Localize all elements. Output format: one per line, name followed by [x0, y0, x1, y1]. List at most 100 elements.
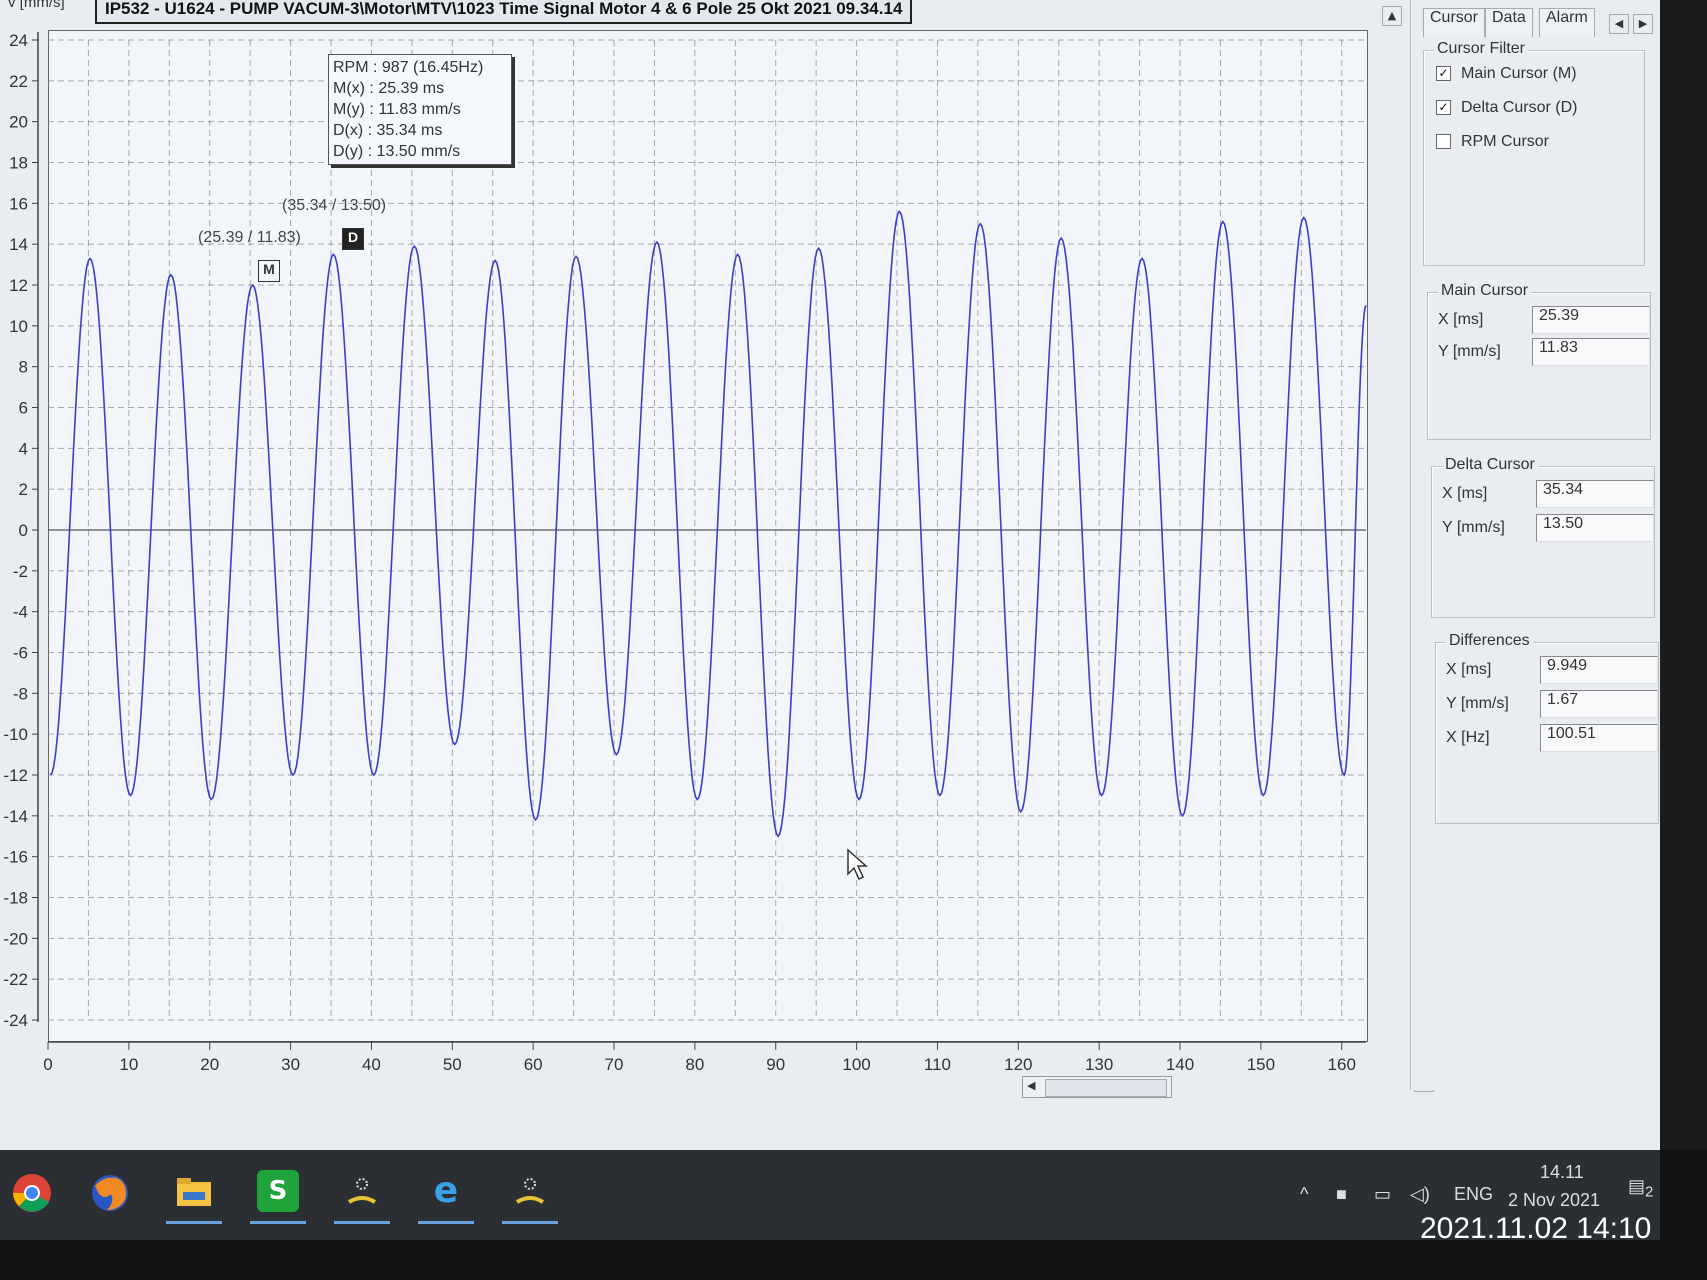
main-cursor-y-label: Y [mm/s] [1438, 343, 1501, 360]
delta-cursor-y-label: Y [mm/s] [1442, 519, 1505, 536]
notification-icon[interactable]: ▤2 [1628, 1176, 1653, 1201]
analysis-app-icon[interactable] [330, 1164, 394, 1224]
y-tick-label: -16 [3, 848, 28, 867]
x-tick-label: 80 [685, 1055, 704, 1070]
rpm-readout: RPM : 987 (16.45Hz) [333, 59, 484, 76]
differences-x-field[interactable]: 9.949 [1540, 656, 1658, 684]
delta-cursor-x-field[interactable]: 35.34 [1536, 480, 1654, 508]
y-tick-label: 6 [19, 399, 28, 418]
x-tick-label: 130 [1085, 1055, 1113, 1070]
delta-cursor-x-label: X [ms] [1442, 485, 1488, 502]
differences-y-field[interactable]: 1.67 [1540, 690, 1658, 718]
main-cursor-x-field[interactable]: 25.39 [1532, 306, 1650, 334]
rpm-cursor-checkbox-row[interactable]: RPM Cursor [1436, 133, 1549, 151]
spreadsheet-glyph: S [257, 1170, 299, 1212]
x-tick-label: 40 [362, 1055, 381, 1070]
x-tick-label: 100 [842, 1055, 870, 1070]
y-tick-label: -12 [3, 766, 28, 785]
y-tick-label: -14 [3, 807, 28, 826]
horizontal-scroll-thumb[interactable] [1045, 1079, 1167, 1097]
file-explorer-icon[interactable] [162, 1164, 226, 1224]
active-app-underline [250, 1221, 306, 1224]
main-cursor-checkbox-row[interactable]: ✓ Main Cursor (M) [1436, 65, 1577, 83]
y-tick-label: 16 [9, 194, 28, 213]
main-y-readout: M(y) : 11.83 mm/s [333, 101, 461, 118]
y-tick-label: 22 [9, 72, 28, 91]
tray-chevron-up-icon[interactable]: ^ [1300, 1184, 1308, 1205]
checkbox-label: Main Cursor (M) [1461, 65, 1577, 82]
y-tick-label: -24 [3, 1011, 28, 1030]
y-tick-label: 20 [9, 113, 28, 132]
x-tick-label: 0 [43, 1055, 52, 1070]
x-tick-label: 110 [924, 1055, 951, 1070]
x-tick-label: 140 [1166, 1055, 1194, 1070]
checkbox-checked-icon[interactable]: ✓ [1436, 100, 1451, 116]
horizontal-scrollbar[interactable]: ◀ [1022, 1076, 1172, 1098]
delta-cursor-y-field[interactable]: 13.50 [1536, 514, 1654, 542]
delta-cursor-label: (35.34 / 13.50) [282, 197, 387, 214]
x-tick-label: 60 [524, 1055, 543, 1070]
tab-scroll-right-icon[interactable]: ▶ [1633, 14, 1653, 34]
x-tick-label: 120 [1004, 1055, 1032, 1070]
clock-date[interactable]: 2 Nov 2021 [1508, 1190, 1600, 1211]
delta-cursor-marker[interactable]: D [342, 228, 364, 250]
tray-security-icon[interactable]: ■ [1336, 1184, 1347, 1205]
photo-timestamp: 2021.11.02 14:10 [1420, 1212, 1652, 1245]
y-tick-label: 2 [19, 480, 28, 499]
y-tick-label: -4 [13, 603, 28, 622]
differences-hz-label: X [Hz] [1446, 729, 1490, 746]
delta-cursor-group: Delta Cursor X [ms] 35.34 Y [mm/s] 13.50 [1431, 456, 1655, 618]
analysis-app-2-icon[interactable] [498, 1164, 562, 1224]
y-tick-label: 24 [9, 31, 28, 50]
checkbox-unchecked-icon[interactable] [1436, 134, 1451, 150]
differences-x-label: X [ms] [1446, 661, 1492, 678]
taskbar-bar: S e ^ ■ ▭ ◁) ENG 14.11 2 Nov 2021 ▤2 [0, 1150, 1660, 1240]
delta-x-readout: D(x) : 35.34 ms [333, 122, 443, 139]
main-cursor-y-field[interactable]: 11.83 [1532, 338, 1650, 366]
y-tick-label: 0 [19, 521, 28, 540]
tab-cursor[interactable]: Cursor [1423, 8, 1486, 37]
clock-time[interactable]: 14.11 [1540, 1162, 1584, 1183]
main-cursor-label: (25.39 / 11.83) [198, 229, 301, 246]
cursor-filter-group: Cursor Filter ✓ Main Cursor (M) ✓ Delta Cu… [1423, 40, 1645, 266]
active-app-underline [418, 1221, 474, 1224]
checkbox-label: RPM Cursor [1461, 133, 1550, 150]
tray-network-icon[interactable]: ▭ [1374, 1184, 1391, 1205]
y-tick-label: -8 [13, 684, 28, 703]
firefox-icon[interactable] [78, 1164, 142, 1224]
cursor-info-box: RPM : 987 (16.45Hz) M(x) : 25.39 ms M(y)… [328, 54, 512, 165]
wps-spreadsheet-icon[interactable]: S [246, 1164, 310, 1224]
y-tick-label: -6 [13, 644, 28, 663]
x-tick-label: 20 [200, 1055, 219, 1070]
x-tick-label: 150 [1247, 1055, 1275, 1070]
active-app-underline [502, 1221, 558, 1224]
delta-y-readout: D(y) : 13.50 mm/s [333, 143, 461, 160]
screen: v [mm/s] IP532 - U1624 - PUMP VACUM-3\Mo… [0, 0, 1660, 1180]
differences-hz-field[interactable]: 100.51 [1540, 724, 1658, 752]
y-tick-label: 4 [19, 439, 28, 458]
differences-group: Differences X [ms] 9.949 Y [mm/s] 1.67 X… [1435, 632, 1659, 824]
internet-explorer-icon[interactable]: e [414, 1164, 478, 1224]
x-tick-label: 30 [281, 1055, 300, 1070]
main-cursor-title: Main Cursor [1438, 282, 1532, 300]
scroll-left-icon[interactable]: ◀ [1027, 1079, 1035, 1092]
active-app-underline [334, 1221, 390, 1224]
checkbox-checked-icon[interactable]: ✓ [1436, 66, 1451, 82]
tab-alarm[interactable]: Alarm [1539, 8, 1595, 37]
x-tick-label: 50 [443, 1055, 462, 1070]
main-cursor-marker[interactable]: M [258, 260, 280, 282]
cursor-filter-title: Cursor Filter [1434, 40, 1529, 58]
tab-scroll-left-icon[interactable]: ◀ [1609, 14, 1629, 34]
checkbox-label: Delta Cursor (D) [1461, 99, 1578, 116]
y-tick-label: 14 [9, 235, 28, 254]
tray-language[interactable]: ENG [1454, 1184, 1493, 1205]
delta-cursor-title: Delta Cursor [1442, 456, 1538, 474]
y-tick-label: -18 [3, 889, 28, 908]
tab-data[interactable]: Data [1485, 8, 1533, 37]
scroll-up-button[interactable]: ▲ [1382, 6, 1402, 26]
delta-cursor-checkbox-row[interactable]: ✓ Delta Cursor (D) [1436, 99, 1577, 117]
chrome-icon[interactable] [0, 1164, 64, 1224]
y-tick-label: 18 [9, 154, 28, 173]
tray-volume-icon[interactable]: ◁) [1410, 1184, 1430, 1205]
chart-svg[interactable]: 242220181614121086420-2-4-6-8-10-12-14-1… [0, 0, 1400, 1070]
